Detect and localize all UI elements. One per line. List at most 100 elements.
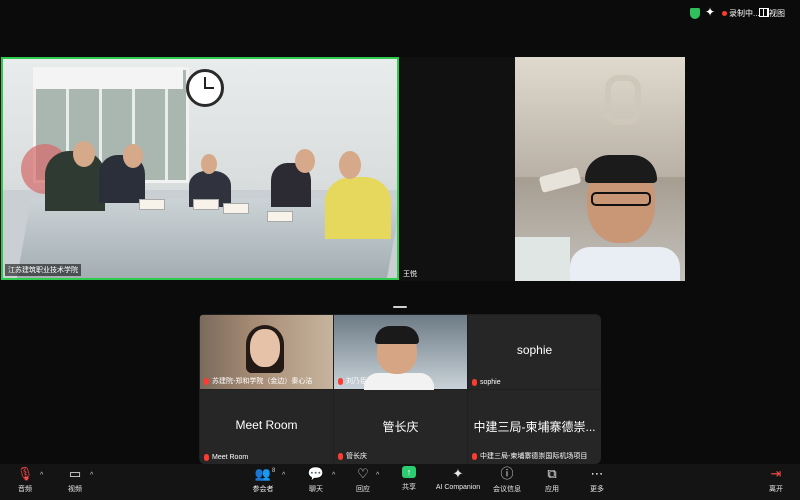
glasses	[591, 192, 651, 206]
participant-shirt	[570, 247, 680, 281]
chevron-up-icon[interactable]: ^	[40, 472, 43, 479]
participant-figure	[325, 177, 391, 239]
mic-muted-icon	[204, 454, 209, 461]
ai-companion-label: AI Companion	[435, 484, 481, 491]
participant-name: sophie	[480, 379, 501, 386]
gallery-tile-label: 中建三局-柬埔寨德崇国际机场项目	[472, 451, 587, 461]
participant-head	[295, 149, 315, 173]
participant-name: 刘乃臣	[346, 378, 367, 385]
room-blind	[33, 67, 183, 89]
participants-count: 8	[272, 468, 276, 474]
car-window	[515, 237, 570, 281]
grab-handle	[605, 75, 641, 125]
camera-icon: ▭	[68, 466, 82, 481]
chevron-up-icon[interactable]: ^	[332, 472, 335, 479]
gallery-panel: 苏建院-郑和学院（金边）秦心洁 刘乃臣 sophie sophie Meet R…	[199, 314, 601, 464]
video-label: 视频	[68, 486, 82, 493]
participant-face	[250, 329, 280, 367]
participant-name: 管长庆	[346, 453, 367, 460]
gallery-tile[interactable]: sophie sophie	[468, 315, 601, 389]
name-plate	[193, 199, 219, 210]
gallery-tile[interactable]: 刘乃臣	[334, 315, 467, 393]
apps-label: 应用	[545, 486, 559, 493]
gallery-tile-label: 苏建院-郑和学院（金边）秦心洁	[204, 376, 312, 386]
participants-button[interactable]: 👥 参会者	[238, 466, 288, 494]
react-button[interactable]: ♡ 回应	[338, 466, 388, 494]
mic-muted-icon: 🎙	[16, 466, 34, 481]
mic-muted-icon	[338, 377, 343, 385]
leave-button[interactable]: ⇥ 离开	[751, 466, 800, 494]
name-plate	[223, 203, 249, 214]
mic-muted-icon	[472, 379, 477, 386]
apps-icon: ⧉	[547, 466, 557, 481]
chat-label: 聊天	[309, 486, 323, 493]
video-button[interactable]: ▭ 视频	[50, 466, 100, 494]
top-bar: ✦ 录制中... 视图	[0, 0, 800, 26]
sparkle-icon: ✦	[452, 466, 464, 481]
meeting-toolbar: 🎙 音频 ^ ▭ 视频 ^ 👥 参会者 8 ^ 💬 聊天 ^ ♡ 回应 ^ ↑ …	[0, 464, 800, 500]
mic-muted-icon	[204, 377, 209, 385]
leave-label: 离开	[769, 486, 783, 493]
mic-muted-icon	[338, 452, 343, 460]
chevron-up-icon[interactable]: ^	[90, 472, 93, 479]
participant-center-name: sophie	[516, 343, 553, 357]
share-label: 共享	[402, 484, 416, 491]
recording-dot-icon	[722, 11, 727, 16]
more-icon: ⋯	[590, 466, 604, 481]
video-tile-wang-yue[interactable]: 王悦	[400, 57, 515, 281]
participant-head	[339, 151, 361, 179]
chat-icon: 💬	[307, 466, 325, 481]
gallery-tile[interactable]: 苏建院-郑和学院（金边）秦心洁	[200, 315, 333, 389]
info-icon: ⓘ	[500, 466, 514, 481]
more-label: 更多	[590, 486, 604, 493]
gallery-tile[interactable]: 中建三局-柬埔寨德崇... 中建三局-柬埔寨德崇国际机场项目	[468, 390, 601, 464]
grid-view-icon[interactable]	[759, 8, 769, 17]
gallery-tile-label: sophie	[472, 379, 501, 386]
mic-muted-icon	[472, 452, 477, 460]
participant-name-tag: 王悦	[403, 271, 417, 278]
name-plate	[139, 199, 165, 210]
participant-head	[201, 154, 217, 174]
meeting-info-label: 会议信息	[493, 486, 521, 493]
participant-hair	[585, 155, 657, 183]
leave-icon: ⇥	[770, 466, 782, 481]
participant-name: 中建三局-柬埔寨德崇国际机场项目	[480, 453, 588, 460]
heart-icon: ♡	[357, 466, 369, 481]
react-label: 回应	[356, 486, 370, 493]
participant-center-name: 中建三局-柬埔寨德崇...	[473, 420, 596, 434]
wall-clock	[186, 69, 224, 107]
chevron-up-icon[interactable]: ^	[376, 472, 379, 479]
resize-handle[interactable]	[393, 306, 407, 308]
participant-head	[123, 144, 143, 168]
video-tile-car-participant[interactable]	[515, 57, 685, 281]
share-button[interactable]: ↑ 共享	[384, 466, 434, 492]
gallery-tile-label: 刘乃臣	[338, 376, 367, 386]
gallery-tile-label: Meet Room	[204, 454, 248, 461]
meeting-info-button[interactable]: ⓘ 会议信息	[482, 466, 532, 494]
more-button[interactable]: ⋯ 更多	[572, 466, 622, 494]
chevron-up-icon[interactable]: ^	[282, 472, 285, 479]
sparkle-icon[interactable]: ✦	[705, 5, 715, 19]
recording-label[interactable]: 录制中...	[729, 8, 760, 19]
audio-button[interactable]: 🎙 音频	[0, 466, 50, 494]
ai-companion-button[interactable]: ✦ AI Companion	[432, 466, 484, 491]
participant-name: Meet Room	[212, 454, 249, 461]
participants-label: 参会者	[252, 486, 274, 493]
name-plate	[267, 211, 293, 222]
share-icon: ↑	[402, 466, 416, 478]
shield-icon[interactable]	[690, 8, 700, 19]
view-button[interactable]: 视图	[769, 8, 785, 19]
participant-hair	[375, 326, 419, 344]
apps-button[interactable]: ⧉ 应用	[527, 466, 577, 494]
audio-label: 音频	[18, 486, 32, 493]
participant-center-name: Meet Room	[235, 418, 298, 432]
gallery-tile-label: 管长庆	[338, 451, 367, 461]
participant-center-name: 管长庆	[382, 420, 419, 434]
gallery-tile[interactable]: 管长庆 管长庆	[334, 390, 467, 464]
participant-name-tag: 江苏建筑职业技术学院	[5, 264, 81, 276]
video-tile-main-room[interactable]: 江苏建筑职业技术学院	[1, 57, 399, 280]
gallery-tile[interactable]: Meet Room Meet Room	[200, 390, 333, 464]
chat-button[interactable]: 💬 聊天	[291, 466, 341, 494]
people-icon: 👥	[254, 466, 272, 481]
participant-head	[73, 141, 95, 167]
